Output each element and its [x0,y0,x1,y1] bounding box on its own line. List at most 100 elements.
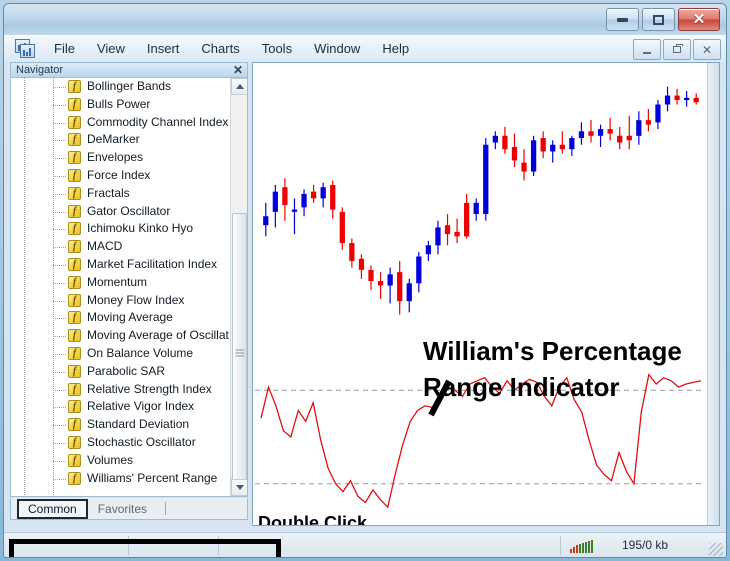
minimize-button[interactable] [606,8,639,31]
scroll-down-button[interactable] [231,479,247,496]
function-icon: f [68,151,81,165]
menu-item-view[interactable]: View [86,38,136,59]
main-window-frame: ✕ File View Insert Charts Tools Window H… [3,3,727,558]
menu-item-help[interactable]: Help [371,38,420,59]
tree-elbow-line [53,282,66,284]
connection-signal-icon [570,540,593,553]
list-item[interactable]: f Standard Deviation [11,416,229,434]
function-icon: f [68,240,81,254]
tree-elbow-line [53,158,66,160]
list-item-label: Moving Average [87,310,173,325]
list-item[interactable]: f Fractals [11,185,229,203]
mdi-minimize-button[interactable] [633,39,661,60]
tree-elbow-line [53,442,66,444]
list-item[interactable]: f Bulls Power [11,96,229,114]
menu-item-insert[interactable]: Insert [136,38,191,59]
list-item[interactable]: f Williams' Percent Range [11,470,229,488]
tree-elbow-line [53,353,66,355]
scrollbar-grip-icon [235,349,244,357]
tree-elbow-line [53,175,66,177]
list-item-label: On Balance Volume [87,345,194,360]
tree-elbow-line [53,87,66,88]
mdi-close-icon: ✕ [701,42,713,57]
list-item[interactable]: f Parabolic SAR [11,363,229,381]
list-item-label: Envelopes [87,150,144,165]
function-icon: f [68,115,81,129]
title-bar[interactable]: ✕ [4,4,726,35]
list-item[interactable]: f Momentum [11,274,229,292]
tab-favorites[interactable]: Favorites [88,500,157,518]
status-cell-divider [218,536,219,555]
list-item[interactable]: f Ichimoku Kinko Hyo [11,220,229,238]
list-item[interactable]: f Moving Average [11,309,229,327]
list-item-label: Williams' Percent Range [87,470,218,485]
function-icon: f [68,311,81,325]
status-cell-divider [560,536,561,555]
menu-item-window[interactable]: Window [303,38,371,59]
list-item[interactable]: f Money Flow Index [11,292,229,310]
function-icon: f [68,435,81,449]
indicator-list: f Bollinger Bands f Bulls Power f Commodity C… [11,78,229,487]
list-item-label: DeMarker [87,132,140,147]
list-item[interactable]: f DeMarker [11,131,229,149]
list-item-label: Volumes [87,452,134,467]
list-item[interactable]: f Gator Oscillator [11,203,229,221]
navigator-close-icon[interactable]: ✕ [233,62,243,78]
maximize-button[interactable] [642,8,675,31]
function-icon: f [68,418,81,432]
list-item[interactable]: f On Balance Volume [11,345,229,363]
mdi-close-button[interactable]: ✕ [693,39,721,60]
list-item[interactable]: f Market Facilitation Index [11,256,229,274]
function-icon: f [68,293,81,307]
function-icon: f [68,97,81,111]
function-icon: f [68,400,81,414]
list-item[interactable]: f Stochastic Oscillator [11,434,229,452]
tree-elbow-line [53,371,66,373]
list-item[interactable]: f Volumes [11,452,229,470]
list-item-label: Relative Vigor Index [87,399,195,414]
navigator-panel: Navigator ✕ f Bollinger Bands f Bulls Power… [10,62,248,526]
function-icon: f [68,204,81,218]
list-item[interactable]: f Bollinger Bands [11,78,229,96]
tree-elbow-line [53,211,66,213]
menu-item-tools[interactable]: Tools [251,38,303,59]
annotation-indicator-title: William's Percentage Range Indicator [423,336,682,402]
list-item[interactable]: f Force Index [11,167,229,185]
navigator-tree[interactable]: f Bollinger Bands f Bulls Power f Commodity C… [10,77,248,497]
tree-elbow-line [53,318,66,320]
list-item[interactable]: f Commodity Channel Index [11,114,229,132]
close-button[interactable]: ✕ [678,8,720,31]
tab-common[interactable]: Common [17,498,88,519]
chevron-up-icon [235,84,244,89]
tree-elbow-line [53,104,66,106]
list-item-label: MACD [87,239,123,254]
menu-item-charts[interactable]: Charts [190,38,250,59]
function-icon: f [68,471,81,485]
application-window: ✕ File View Insert Charts Tools Window H… [0,0,730,561]
mdi-restore-button[interactable] [663,39,691,60]
window-controls: ✕ [606,8,720,31]
list-item[interactable]: f Relative Vigor Index [11,398,229,416]
function-icon: f [68,346,81,360]
menu-bar: File View Insert Charts Tools Window Hel… [4,35,726,63]
navigator-scrollbar[interactable] [230,78,247,496]
tree-elbow-line [53,407,66,409]
resize-grip-icon[interactable] [709,543,723,556]
list-item[interactable]: f Relative Strength Index [11,381,229,399]
tree-elbow-line [53,229,66,231]
list-item-label: Force Index [87,167,151,182]
tree-elbow-line [53,460,66,462]
tree-elbow-line [53,140,66,142]
menu-item-file[interactable]: File [43,38,86,59]
scrollbar-thumb[interactable] [232,213,247,493]
mdi-window-controls: ✕ [633,39,721,60]
list-item[interactable]: f Envelopes [11,149,229,167]
list-item-label: Standard Deviation [87,417,190,432]
scroll-up-button[interactable] [231,78,247,95]
list-item-label: Parabolic SAR [87,363,166,378]
function-icon: f [68,329,81,343]
list-item[interactable]: f MACD [11,238,229,256]
chart-window[interactable]: William's Percentage Range Indicator Dou… [252,62,720,526]
tree-elbow-line [53,300,66,302]
list-item[interactable]: f Moving Average of Oscillat [11,327,229,345]
